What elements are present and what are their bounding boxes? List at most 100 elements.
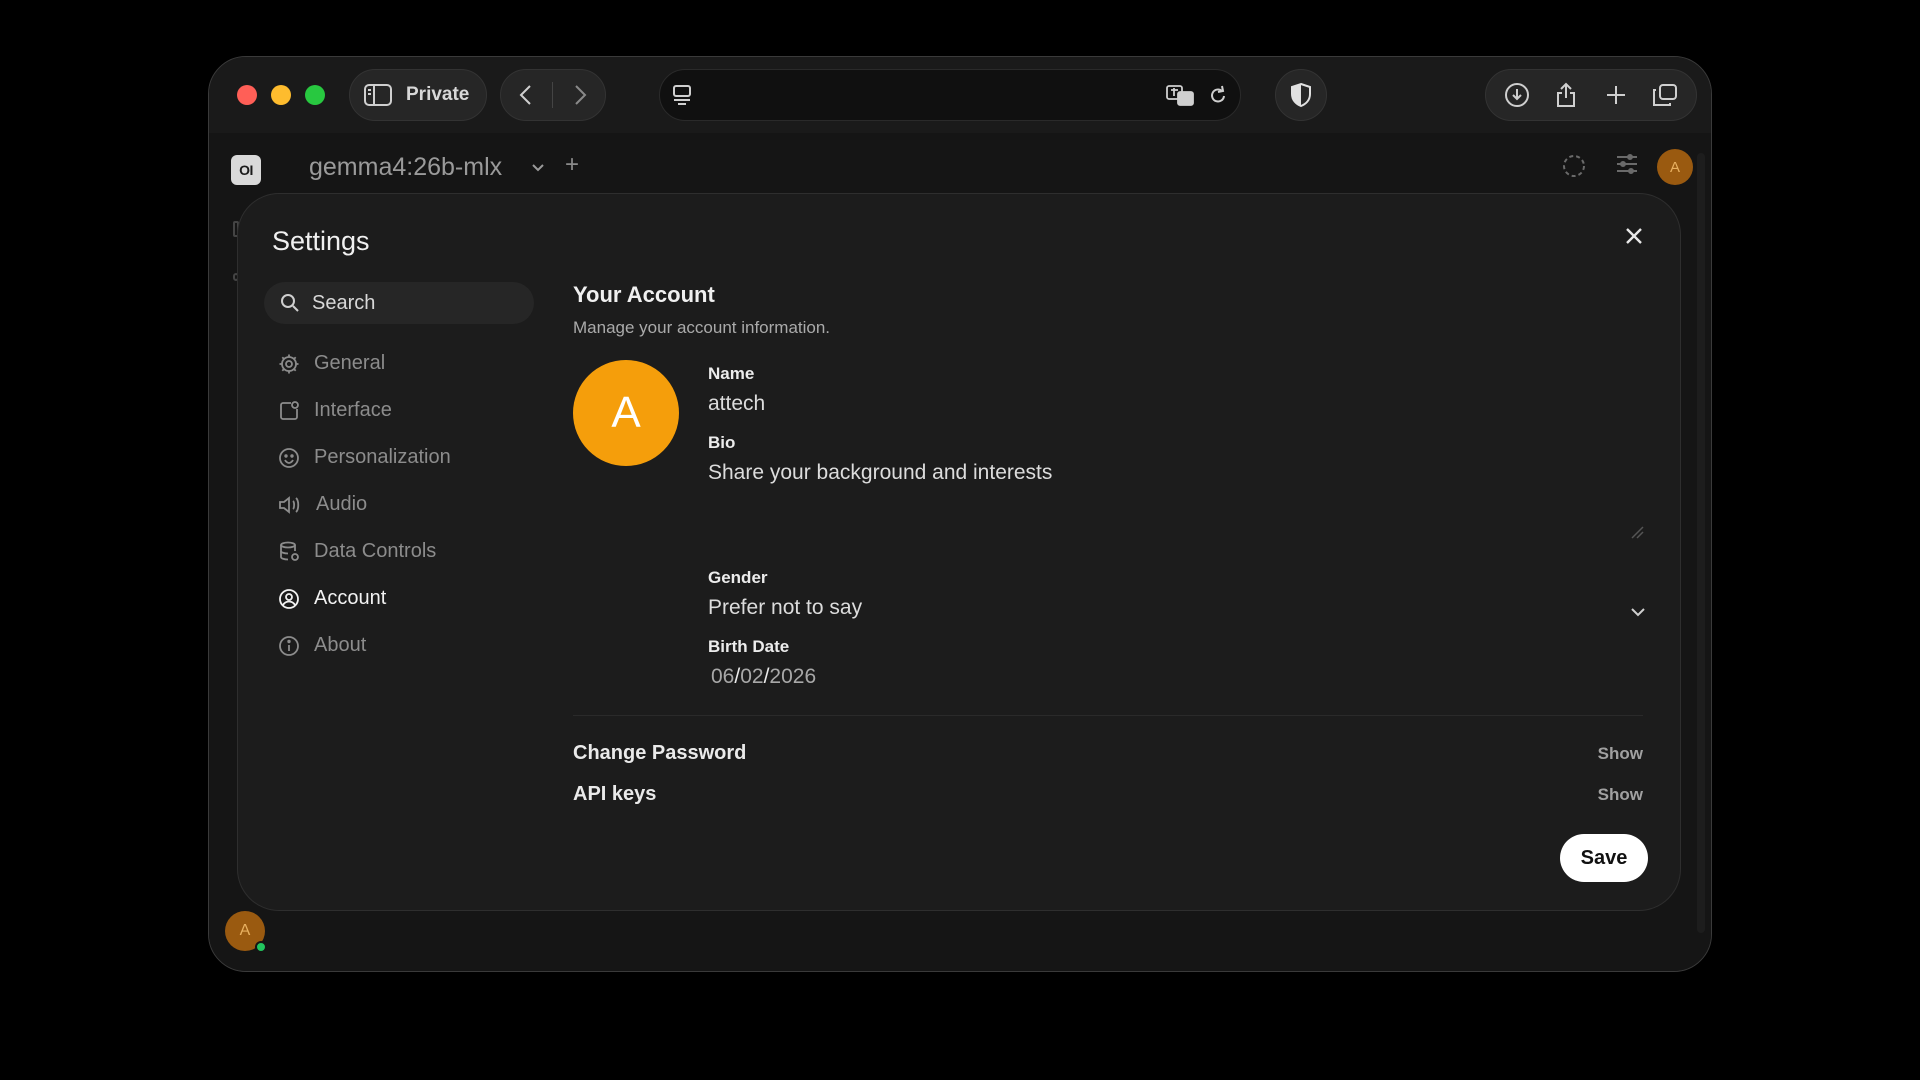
controls-button[interactable]: [1615, 153, 1639, 180]
gender-field[interactable]: Gender Prefer not to say: [708, 568, 1648, 620]
nav-label: Data Controls: [314, 540, 437, 562]
nav-item-interface[interactable]: Interface: [278, 387, 538, 434]
bio-textarea[interactable]: [708, 461, 1648, 541]
sidebar-private-toggle[interactable]: Private: [349, 69, 487, 121]
database-icon: [280, 541, 299, 561]
resize-handle[interactable]: [1630, 525, 1644, 544]
info-icon: [279, 635, 299, 656]
birth-date-input[interactable]: 06/02/2026: [711, 665, 1648, 689]
add-model-button[interactable]: +: [565, 151, 579, 179]
zoom-window-button[interactable]: [305, 85, 325, 105]
search-icon: [281, 294, 299, 312]
download-icon: [1504, 83, 1529, 107]
smile-icon: [279, 447, 299, 468]
tabs-icon: [1653, 84, 1678, 106]
account-panel: Your Account Manage your account informa…: [573, 282, 1648, 805]
private-label: Private: [406, 84, 470, 105]
show-password-button[interactable]: Show: [1598, 744, 1643, 764]
change-password-row: Change Password Show: [573, 742, 1643, 765]
translate-button[interactable]: [1166, 84, 1194, 111]
bio-label: Bio: [708, 433, 736, 452]
history-nav: [500, 69, 606, 121]
online-status-dot: [255, 941, 267, 953]
nav-label: Interface: [314, 399, 392, 421]
close-modal-button[interactable]: [1624, 226, 1644, 251]
sidebar-icon: [364, 84, 392, 106]
resize-grip-icon: [1631, 526, 1644, 539]
show-api-keys-button[interactable]: Show: [1598, 785, 1643, 805]
downloads-button[interactable]: [1497, 75, 1537, 115]
user-circle-icon: [279, 588, 299, 609]
nav-label: Personalization: [314, 446, 451, 468]
section-title: Your Account: [573, 282, 715, 307]
dashed-circle-icon: [1563, 155, 1585, 177]
section-divider: [573, 715, 1643, 716]
api-keys-label: API keys: [573, 783, 657, 805]
nav-divider: [552, 82, 554, 108]
speaker-icon: [279, 495, 300, 514]
avatar-initial: A: [239, 922, 251, 939]
profile-avatar[interactable]: A: [573, 360, 679, 466]
nav-label: About: [314, 634, 367, 656]
birth-year[interactable]: 2026: [769, 665, 816, 688]
chevron-down-icon: [1631, 608, 1645, 617]
browser-actions: [1485, 69, 1697, 121]
nav-item-data-controls[interactable]: Data Controls: [278, 528, 538, 575]
name-input[interactable]: attech: [708, 392, 1648, 416]
birth-date-field: Birth Date 06/02/2026: [708, 637, 1648, 689]
birth-month[interactable]: 06: [711, 665, 734, 688]
sidebar-user-avatar[interactable]: A: [225, 911, 267, 953]
birth-date-label: Birth Date: [708, 637, 790, 656]
api-keys-row: API keys Show: [573, 783, 1643, 806]
new-tab-button[interactable]: [1596, 75, 1636, 115]
settings-modal: Settings General Interface P: [237, 193, 1681, 911]
model-selector[interactable]: gemma4:26b-mlx: [309, 153, 502, 182]
back-button[interactable]: [505, 75, 545, 115]
browser-toolbar: Private: [209, 57, 1711, 133]
forward-button[interactable]: [561, 75, 601, 115]
gender-label: Gender: [708, 568, 768, 587]
reload-icon: [1211, 85, 1225, 103]
bio-field: Bio: [708, 433, 1648, 546]
interface-icon: [280, 400, 299, 420]
nav-item-audio[interactable]: Audio: [278, 481, 538, 528]
search-input[interactable]: [312, 291, 522, 315]
section-subtitle: Manage your account information.: [573, 318, 831, 337]
modal-title: Settings: [272, 226, 370, 256]
privacy-report-button[interactable]: [1275, 69, 1327, 121]
app-logo[interactable]: OI: [231, 155, 261, 185]
page-scrollbar[interactable]: [1697, 153, 1705, 933]
page-menu-button[interactable]: [672, 84, 692, 111]
save-button[interactable]: Save: [1560, 834, 1648, 882]
translate-icon: [1166, 85, 1194, 106]
chevron-left-icon: [519, 85, 531, 105]
gender-select[interactable]: Prefer not to say: [708, 596, 1648, 620]
settings-nav: General Interface Personalization Audio …: [278, 340, 538, 669]
nav-item-general[interactable]: General: [278, 340, 538, 387]
temporary-chat-button[interactable]: [1561, 153, 1587, 184]
settings-search[interactable]: [264, 282, 534, 324]
birth-day[interactable]: 02: [740, 665, 763, 688]
share-icon: [1557, 82, 1576, 107]
minimize-window-button[interactable]: [271, 85, 291, 105]
change-password-label: Change Password: [573, 742, 747, 764]
share-button[interactable]: [1546, 75, 1586, 115]
tab-overview-button[interactable]: [1645, 75, 1685, 115]
shield-icon: [1291, 82, 1311, 108]
sliders-icon: [1617, 154, 1637, 174]
nav-item-personalization[interactable]: Personalization: [278, 434, 538, 481]
reload-button[interactable]: [1208, 84, 1228, 111]
nav-label: Audio: [316, 493, 368, 515]
gender-dropdown-button[interactable]: [1630, 604, 1646, 622]
close-window-button[interactable]: [237, 85, 257, 105]
nav-label: Account: [314, 587, 387, 609]
user-avatar[interactable]: A: [1657, 149, 1693, 185]
plus-icon: [1606, 86, 1625, 104]
model-dropdown-button[interactable]: [531, 160, 545, 178]
close-icon: [1626, 228, 1642, 244]
chevron-down-icon: [532, 164, 544, 172]
chevron-right-icon: [575, 85, 587, 105]
nav-item-about[interactable]: About: [278, 622, 538, 669]
nav-item-account[interactable]: Account: [278, 575, 538, 622]
address-bar[interactable]: [659, 69, 1241, 121]
